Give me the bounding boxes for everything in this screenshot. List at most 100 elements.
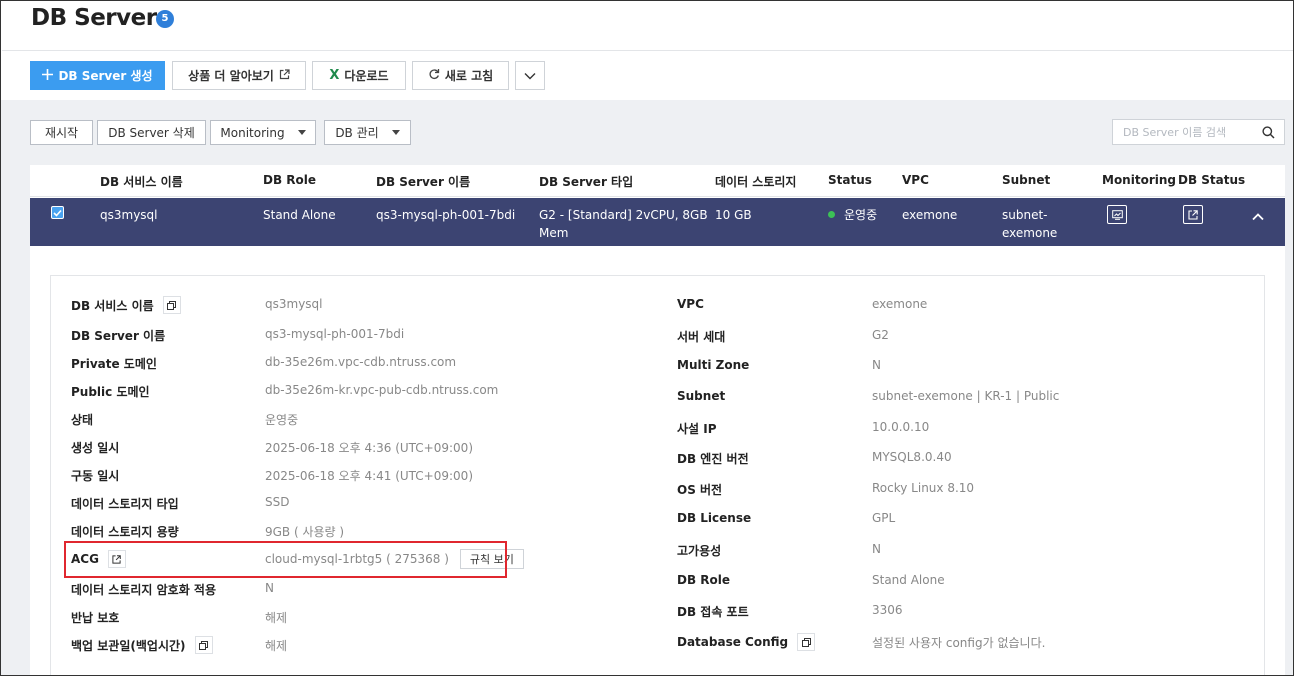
create-db-server-button[interactable]: DB Server 생성 — [30, 61, 165, 90]
detail-value-server-name: qs3-mysql-ph-001-7bdi — [265, 327, 405, 341]
chevron-down-icon — [524, 69, 536, 83]
col-vpc[interactable]: VPC — [902, 173, 929, 187]
header-divider — [2, 50, 1294, 51]
detail-label-acg: ACG — [71, 550, 126, 568]
cell-storage: 10 GB — [715, 208, 752, 222]
learn-more-button[interactable]: 상품 더 알아보기 — [172, 61, 306, 90]
db-status-link-icon[interactable] — [1183, 205, 1203, 224]
detail-label-server-name: DB Server 이름 — [71, 329, 166, 343]
search-icon[interactable] — [1262, 126, 1275, 142]
detail-label-storage-size: 데이터 스토리지 용량 — [71, 525, 179, 539]
more-options-button[interactable] — [515, 61, 545, 90]
detail-value-service-name: qs3mysql — [265, 297, 323, 311]
row-checkbox[interactable] — [51, 206, 64, 219]
label-text: DB 서비스 이름 — [71, 298, 154, 313]
search-input[interactable] — [1113, 125, 1258, 139]
detail-label-database-config: Database Config — [677, 633, 816, 651]
detail-value-db-role: Stand Alone — [872, 573, 945, 587]
external-link-icon[interactable] — [107, 550, 126, 568]
check-icon — [53, 209, 62, 217]
copy-icon[interactable] — [162, 296, 181, 314]
detail-value-multi-zone: N — [872, 358, 881, 372]
db-manage-dropdown[interactable]: DB 관리 — [324, 120, 411, 145]
detail-label-server-generation: 서버 세대 — [677, 330, 726, 344]
external-link-icon — [279, 68, 290, 83]
col-server-name[interactable]: DB Server 이름 — [376, 173, 470, 190]
detail-label-engine-version: DB 엔진 버전 — [677, 452, 749, 466]
detail-value-acg: cloud-mysql-1rbtg5 ( 275368 ) 규칙 보기 — [265, 549, 524, 569]
label-text: 백업 보관일(백업시간) — [71, 638, 186, 653]
detail-label-vpc: VPC — [677, 297, 704, 311]
detail-value-high-availability: N — [872, 542, 881, 556]
excel-icon: X — [329, 68, 340, 83]
detail-value-db-license: GPL — [872, 511, 896, 525]
refresh-label: 새로 고침 — [444, 69, 494, 83]
download-button[interactable]: X 다운로드 — [312, 61, 406, 90]
detail-value-state: 운영중 — [265, 413, 299, 427]
copy-icon[interactable] — [194, 636, 213, 654]
monitoring-chart-icon[interactable] — [1107, 205, 1127, 224]
server-type-line1: G2 - [Standard] 2vCPU, 8GB — [539, 208, 708, 222]
col-db-status[interactable]: DB Status — [1178, 173, 1245, 187]
restart-button[interactable]: 재시작 — [30, 120, 93, 145]
detail-value-server-generation: G2 — [872, 328, 889, 342]
status-text: 운영중 — [844, 208, 878, 222]
table-row[interactable]: qs3mysql Stand Alone qs3-mysql-ph-001-7b… — [30, 198, 1285, 246]
cell-vpc: exemone — [902, 208, 958, 222]
server-list-panel: DB 서비스 이름 DB Role DB Server 이름 DB Server… — [30, 165, 1285, 676]
detail-value-backup-retention: 해제 — [265, 639, 288, 653]
view-rules-button[interactable]: 규칙 보기 — [459, 549, 524, 569]
page-title: DB Server — [31, 5, 157, 31]
chevron-up-icon[interactable] — [1252, 210, 1264, 224]
detail-label-private-domain: Private 도메인 — [71, 357, 157, 371]
detail-label-subnet: Subnet — [677, 389, 726, 403]
monitoring-label: Monitoring — [220, 125, 285, 140]
server-count-badge: 5 — [156, 10, 174, 28]
detail-label-termination-protection: 반납 보호 — [71, 611, 120, 625]
col-db-role[interactable]: DB Role — [263, 173, 316, 187]
detail-value-os-version: Rocky Linux 8.10 — [872, 481, 975, 495]
col-monitoring[interactable]: Monitoring — [1102, 173, 1176, 187]
col-storage[interactable]: 데이터 스토리지 — [715, 173, 796, 190]
detail-label-db-license: DB License — [677, 511, 752, 525]
detail-value-storage-encryption: N — [265, 581, 274, 595]
learn-more-label: 상품 더 알아보기 — [188, 69, 274, 83]
detail-value-public-domain: db-35e26m-kr.vpc-pub-cdb.ntruss.com — [265, 383, 499, 397]
detail-value-database-config: 설정된 사용자 config가 없습니다. — [872, 636, 1046, 650]
detail-value-private-domain: db-35e26m.vpc-cdb.ntruss.com — [265, 355, 457, 369]
detail-value-termination-protection: 해제 — [265, 611, 288, 625]
search-box — [1112, 119, 1285, 145]
detail-label-backup-retention: 백업 보관일(백업시간) — [71, 636, 213, 654]
col-subnet[interactable]: Subnet — [1002, 173, 1050, 187]
table-header: DB 서비스 이름 DB Role DB Server 이름 DB Server… — [30, 165, 1285, 197]
detail-label-state: 상태 — [71, 413, 94, 427]
subnet-line2: exemone — [1002, 226, 1058, 240]
detail-label-db-role: DB Role — [677, 573, 731, 587]
detail-label-started-at: 구동 일시 — [71, 469, 120, 483]
label-text: Database Config — [677, 635, 789, 649]
refresh-icon — [428, 68, 440, 83]
cell-service-name: qs3mysql — [100, 208, 158, 222]
detail-label-storage-encryption: 데이터 스토리지 암호화 적용 — [71, 583, 217, 597]
cell-db-role: Stand Alone — [263, 208, 336, 222]
cell-server-name: qs3-mysql-ph-001-7bdi — [376, 208, 516, 222]
detail-label-db-port: DB 접속 포트 — [677, 605, 749, 619]
refresh-button[interactable]: 새로 고침 — [412, 61, 509, 90]
detail-value-storage-size: 9GB ( 사용량 ) — [265, 525, 345, 539]
detail-label-created-at: 생성 일시 — [71, 441, 120, 455]
col-service-name[interactable]: DB 서비스 이름 — [100, 173, 183, 190]
col-server-type[interactable]: DB Server 타입 — [539, 173, 633, 190]
delete-label: DB Server 삭제 — [108, 126, 195, 140]
col-status[interactable]: Status — [828, 173, 872, 187]
detail-value-created-at: 2025-06-18 오후 4:36 (UTC+09:00) — [265, 441, 473, 455]
detail-label-service-name: DB 서비스 이름 — [71, 296, 181, 314]
cell-status: 운영중 — [828, 206, 877, 224]
detail-label-os-version: OS 버전 — [677, 483, 723, 497]
copy-icon[interactable] — [797, 633, 816, 651]
detail-label-high-availability: 고가용성 — [677, 544, 722, 558]
label-text: ACG — [71, 552, 99, 566]
detail-value-started-at: 2025-06-18 오후 4:41 (UTC+09:00) — [265, 469, 473, 483]
server-detail-panel — [50, 275, 1265, 676]
delete-db-server-button[interactable]: DB Server 삭제 — [97, 120, 206, 145]
monitoring-dropdown[interactable]: Monitoring — [210, 120, 316, 145]
